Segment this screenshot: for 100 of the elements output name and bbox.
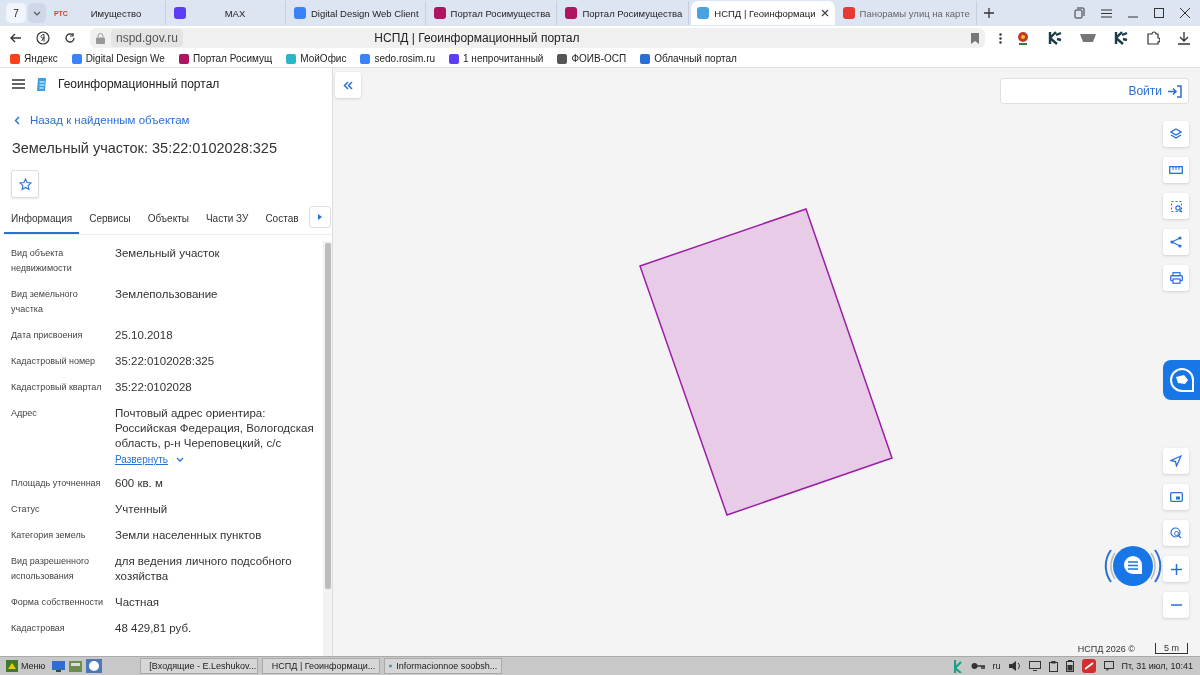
point-search-button[interactable] — [1163, 520, 1189, 546]
double-chevron-left-icon — [343, 80, 353, 90]
back-arrow-icon[interactable] — [10, 33, 22, 43]
login-button[interactable]: Войти — [1000, 78, 1189, 104]
extension-icon[interactable] — [1114, 31, 1128, 45]
minimap-icon — [1169, 492, 1183, 502]
menu-icon[interactable] — [12, 79, 25, 89]
browser-tab[interactable]: MAX — [168, 1, 286, 25]
keyboard-layout[interactable]: ru — [992, 661, 1001, 671]
reload-icon[interactable] — [64, 32, 76, 44]
tab-count[interactable]: 7 — [6, 3, 26, 23]
zoom-in-button[interactable] — [1163, 556, 1189, 582]
menu-icon[interactable] — [1101, 8, 1112, 18]
browser-tab[interactable]: Портал Росимущества — [559, 1, 690, 25]
new-tab-icon[interactable] — [983, 8, 994, 18]
browser-icon[interactable] — [86, 659, 103, 673]
bookmark-link[interactable]: МойОфис — [286, 53, 347, 64]
bowl-icon[interactable] — [1080, 33, 1096, 43]
panel-tab[interactable]: Объекты — [140, 213, 196, 234]
key-icon[interactable] — [970, 662, 985, 670]
field-label: Вид объекта недвижимости — [11, 247, 73, 275]
battery-icon[interactable] — [1065, 660, 1074, 672]
field-label: Площадь уточненная — [11, 477, 102, 490]
close-icon[interactable] — [1180, 8, 1190, 18]
browser-tab[interactable]: НСПД | Геоинформаци — [691, 1, 835, 25]
extension-icon[interactable] — [1048, 31, 1062, 45]
field-label: Кадастровый номер — [11, 355, 97, 368]
printer-icon — [1169, 272, 1183, 284]
taskbar-window-button[interactable]: Informacionnoe soobsh... — [384, 658, 503, 674]
field-value: Почтовый адрес ориентира: Российская Федерация, Вологодская область, р-н Череповецкий, с/с — [115, 406, 315, 451]
expand-link[interactable]: Развернуть — [115, 454, 320, 465]
lock-icon — [96, 32, 105, 44]
locate-button[interactable] — [1163, 448, 1189, 474]
bookmark-link[interactable]: Digital Design We — [71, 53, 165, 64]
login-icon — [1168, 84, 1182, 98]
panel-tab[interactable]: Сервисы — [82, 213, 138, 234]
favorite-button[interactable] — [11, 170, 39, 198]
tabs-icon[interactable] — [1074, 7, 1085, 19]
app-title: Геоинформационный портал — [58, 77, 220, 91]
share-button[interactable] — [1163, 229, 1189, 255]
browser-tab[interactable]: Digital Design Web Client — [288, 1, 426, 25]
side-panel-tab[interactable] — [1163, 360, 1200, 400]
field-label: Статус — [11, 503, 41, 516]
puzzle-icon[interactable] — [1146, 31, 1160, 45]
print-button[interactable] — [1163, 265, 1189, 291]
bookmark-link[interactable]: Яндекс — [10, 53, 58, 64]
chat-bubble-icon — [1168, 367, 1195, 393]
panel-tab[interactable]: Части ЗУ — [198, 213, 256, 234]
field-value: 35:22:0102028 — [115, 380, 193, 395]
plus-icon — [1170, 563, 1182, 575]
bookmark-link[interactable]: ФОИВ-ОСП — [557, 53, 627, 64]
bookmark-link[interactable]: Облачный портал — [640, 53, 737, 64]
start-menu-button[interactable]: Меню — [3, 660, 49, 672]
chevron-left-icon — [14, 115, 20, 125]
notification-icon[interactable] — [1103, 661, 1114, 671]
flower-icon[interactable] — [1016, 31, 1030, 45]
collapse-panel-button[interactable] — [335, 72, 361, 98]
minimap-button[interactable] — [1163, 484, 1189, 510]
scroll-tabs-button[interactable] — [308, 206, 331, 228]
chevron-down-icon — [176, 457, 184, 462]
browser-tab[interactable]: Панорамы улиц на карте — [836, 1, 977, 25]
maximize-icon[interactable] — [1154, 8, 1164, 18]
field-value: для ведения личного подсобного хозяйства — [115, 554, 293, 584]
desktop-icon[interactable] — [52, 660, 66, 672]
field-label: Дата присвоения — [11, 329, 84, 342]
taskbar-window-button[interactable]: НСПД | Геоинформаци... — [262, 658, 381, 674]
field-label: Категория земель — [11, 529, 87, 542]
share-icon — [1170, 236, 1182, 248]
browser-tab[interactable]: Портал Росимущества — [427, 1, 558, 25]
clipboard-icon[interactable] — [1048, 660, 1058, 672]
bookmark-link[interactable]: sedo.rosim.ru — [360, 53, 436, 64]
file-manager-icon[interactable] — [69, 660, 83, 672]
zoom-out-button[interactable] — [1163, 592, 1189, 618]
start-icon — [6, 660, 18, 672]
bookmark-icon[interactable] — [971, 32, 979, 44]
monitor-icon[interactable] — [1028, 661, 1041, 671]
address-bar[interactable]: nspd.gov.ru НСПД | Геоинформационный портал — [90, 28, 985, 48]
download-icon[interactable] — [1178, 31, 1190, 45]
volume-icon[interactable] — [1008, 661, 1021, 671]
area-search-button[interactable] — [1163, 193, 1189, 219]
taskbar-window-button[interactable]: [Входящие - E.Leshukov... — [140, 658, 259, 674]
panel-tab[interactable]: Состав — [258, 213, 306, 234]
close-icon[interactable] — [820, 9, 829, 17]
back-link[interactable]: Назад к найденным объектам — [14, 114, 332, 126]
more-icon[interactable] — [999, 32, 1002, 44]
measure-button[interactable] — [1163, 157, 1189, 183]
field-value: Частная — [115, 595, 161, 610]
panel-tab[interactable]: Информация — [4, 213, 80, 234]
pin-search-icon — [1170, 527, 1182, 539]
clock[interactable]: Пт, 31 июл, 10:41 — [1121, 661, 1193, 671]
field-value: 48 429,81 руб. — [115, 621, 193, 636]
field-value: Землепользование — [115, 287, 219, 302]
layers-button[interactable] — [1163, 121, 1189, 147]
bookmark-link[interactable]: Портал Росимущ — [178, 53, 273, 64]
field-value: 35:22:0102028:325 — [115, 354, 216, 369]
security-icon[interactable] — [1081, 659, 1096, 673]
scrollbar[interactable] — [323, 241, 332, 656]
browser-logo-icon[interactable] — [36, 31, 50, 45]
chevron-down-icon — [33, 10, 41, 16]
bookmark-link[interactable]: 1 непрочитанный — [449, 53, 544, 64]
